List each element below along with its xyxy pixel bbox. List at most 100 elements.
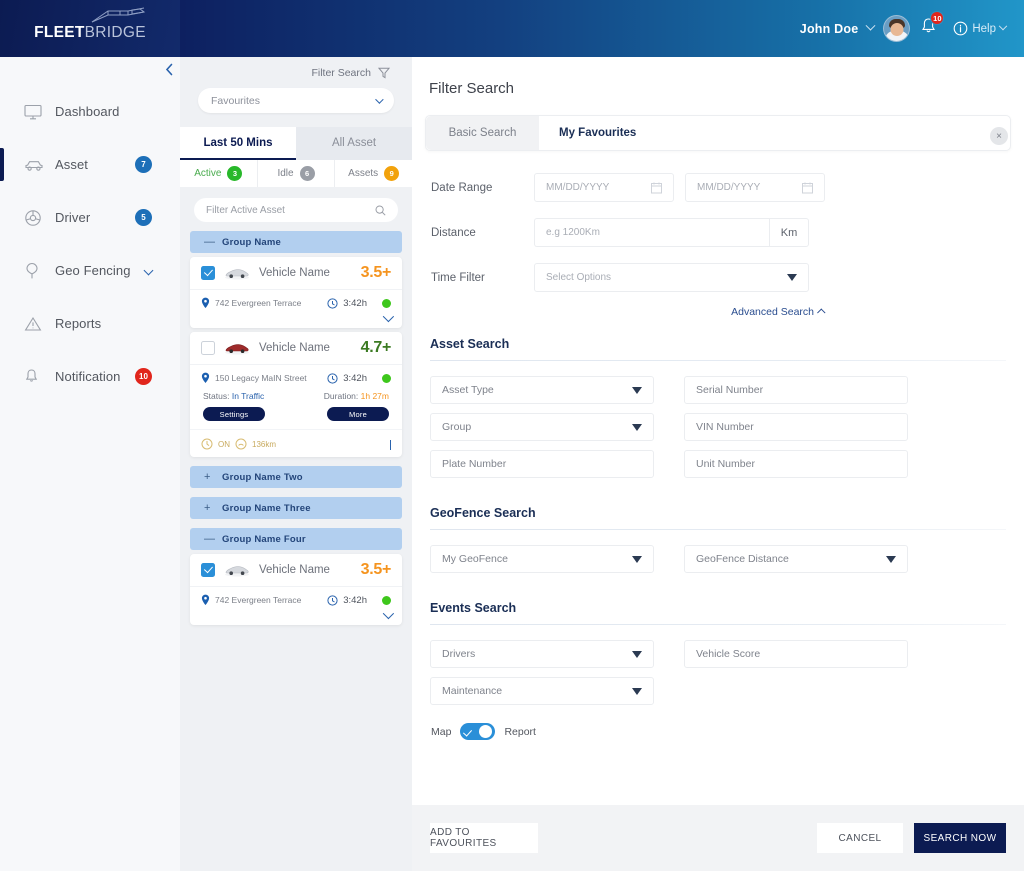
vehicle-name: Vehicle Name xyxy=(259,342,330,354)
vehicle-thumbnail-icon xyxy=(225,566,249,577)
ignition-value: ON xyxy=(218,439,230,449)
funnel-icon xyxy=(378,67,390,79)
vehicle-checkbox[interactable] xyxy=(201,341,215,355)
page-title: Filter Search xyxy=(429,80,515,97)
status-idle[interactable]: Idle 6 xyxy=(258,160,336,187)
time-filter-label: Time Filter xyxy=(431,271,485,284)
duration-value: 1h 27m xyxy=(360,391,389,401)
tab-my-favourites[interactable]: My Favourites xyxy=(539,116,656,150)
vehicle-location-row: 150 Legacy MaIN Street 3:42h xyxy=(190,365,402,384)
vehicle-collapse-toggle[interactable] xyxy=(390,439,391,450)
serial-number-input[interactable]: Serial Number xyxy=(684,376,908,404)
avatar[interactable] xyxy=(883,15,911,42)
asset-filter-placeholder: Filter Active Asset xyxy=(206,204,285,216)
settings-button[interactable]: Settings xyxy=(203,407,265,421)
monitor-icon xyxy=(24,104,46,120)
chevron-down-icon xyxy=(998,21,1008,30)
map-report-switch[interactable] xyxy=(460,723,496,740)
date-from-placeholder: MM/DD/YYYY xyxy=(546,182,610,193)
maintenance-label: Maintenance xyxy=(442,685,503,697)
cancel-button[interactable]: CANCEL xyxy=(817,823,903,853)
calendar-icon xyxy=(651,182,662,193)
notification-badge: 10 xyxy=(930,11,945,25)
distance-input[interactable]: e.g 1200Km xyxy=(534,218,769,247)
chevron-down-icon xyxy=(143,265,154,276)
triangle-alert-icon xyxy=(24,316,46,332)
sidebar-item-dashboard[interactable]: Dashboard xyxy=(0,95,180,128)
group-name: Group Name xyxy=(222,236,282,248)
unit-number-input[interactable]: Unit Number xyxy=(684,450,908,478)
vehicle-expand-toggle[interactable] xyxy=(190,309,402,328)
sidebar-item-geo-fencing[interactable]: Geo Fencing xyxy=(0,254,180,287)
vehicle-score-input[interactable]: Vehicle Score xyxy=(684,640,908,668)
info-icon xyxy=(953,21,968,36)
help-button[interactable]: Help xyxy=(953,21,1008,36)
add-to-favourites-button[interactable]: ADD TO FAVOURITES xyxy=(430,823,538,853)
vehicle-thumbnail-icon xyxy=(225,344,249,355)
favourites-dropdown[interactable]: Favourites xyxy=(198,88,394,113)
geofence-search-section: GeoFence Search My GeoFence GeoFence Dis… xyxy=(412,506,1024,582)
asset-type-select[interactable]: Asset Type xyxy=(430,376,654,404)
plate-number-input[interactable]: Plate Number xyxy=(430,450,654,478)
sidebar-item-notification[interactable]: Notification 10 xyxy=(0,360,180,393)
notifications-button[interactable]: 10 xyxy=(920,11,945,40)
vehicle-checkbox[interactable] xyxy=(201,266,215,280)
time-filter-row: Time Filter Select Options xyxy=(412,263,1024,292)
vehicle-address: 150 Legacy MaIN Street xyxy=(215,373,307,383)
tab-last-50-mins[interactable]: Last 50 Mins xyxy=(180,127,296,160)
group-row[interactable]: + Group Name Three xyxy=(190,497,402,519)
tab-basic-search[interactable]: Basic Search xyxy=(426,116,539,150)
status-assets-count: 9 xyxy=(384,166,400,181)
sidebar-item-asset[interactable]: Asset 7 xyxy=(0,148,180,181)
advanced-search-label: Advanced Search xyxy=(731,306,814,318)
more-button[interactable]: More xyxy=(327,407,389,421)
group-row[interactable]: + Group Name Two xyxy=(190,466,402,488)
search-now-button[interactable]: SEARCH NOW xyxy=(914,823,1006,853)
time-filter-select[interactable]: Select Options xyxy=(534,263,809,292)
sidebar-label: Dashboard xyxy=(55,104,120,119)
group-row[interactable]: — Group Name xyxy=(190,231,402,253)
clock-icon xyxy=(327,372,338,384)
tab-all-asset[interactable]: All Asset xyxy=(296,127,412,160)
group-select[interactable]: Group xyxy=(430,413,654,441)
asset-search-title: Asset Search xyxy=(430,337,510,351)
status-active[interactable]: Active 3 xyxy=(180,160,258,187)
status-assets[interactable]: Assets 9 xyxy=(335,160,412,187)
notification-badge: 10 xyxy=(135,368,152,385)
drivers-select[interactable]: Drivers xyxy=(430,640,654,668)
bell-icon xyxy=(24,368,46,385)
asset-filter-input[interactable]: Filter Active Asset xyxy=(194,198,398,222)
user-menu[interactable]: John Doe xyxy=(800,15,911,42)
vehicle-status: Status: In Traffic xyxy=(203,391,264,401)
date-from-input[interactable]: MM/DD/YYYY xyxy=(534,173,674,202)
sidebar-label: Geo Fencing xyxy=(55,263,131,278)
my-geofence-select[interactable]: My GeoFence xyxy=(430,545,654,573)
vehicle-card[interactable]: Vehicle Name 3.5+ 742 Evergreen Terrace … xyxy=(190,554,402,625)
maintenance-select[interactable]: Maintenance xyxy=(430,677,654,705)
sidebar-item-reports[interactable]: Reports xyxy=(0,307,180,340)
chevron-down-icon xyxy=(632,423,642,431)
user-name-label: John Doe xyxy=(799,21,859,36)
chevron-down-icon xyxy=(375,94,384,104)
chevron-down-icon xyxy=(632,650,642,658)
group-row[interactable]: — Group Name Four xyxy=(190,528,402,550)
geofence-distance-select[interactable]: GeoFence Distance xyxy=(684,545,908,573)
asset-list-panel: Filter Search Favourites Last 50 Mins Al… xyxy=(165,57,412,871)
app-logo[interactable]: FLEETBRIDGE xyxy=(0,0,180,57)
vehicle-score: 3.5+ xyxy=(360,561,392,578)
vehicle-expand-toggle[interactable] xyxy=(190,606,402,625)
filter-search-trigger[interactable]: Filter Search xyxy=(180,57,412,79)
unit-number-label: Unit Number xyxy=(696,458,755,470)
pin-icon xyxy=(201,594,210,605)
collapse-sidebar-button[interactable] xyxy=(161,61,177,77)
vehicle-card[interactable]: Vehicle Name 4.7+ 150 Legacy MaIN Street… xyxy=(190,332,402,457)
vehicle-checkbox[interactable] xyxy=(201,563,215,577)
close-icon[interactable]: × xyxy=(990,127,1008,145)
check-icon xyxy=(463,726,473,737)
vehicle-card[interactable]: Vehicle Name 3.5+ 742 Evergreen Terrace … xyxy=(190,257,402,328)
vin-number-input[interactable]: VIN Number xyxy=(684,413,908,441)
advanced-search-toggle[interactable]: Advanced Search xyxy=(731,306,826,318)
sidebar-item-driver[interactable]: Driver 5 xyxy=(0,201,180,234)
pin-icon xyxy=(201,297,210,308)
date-to-input[interactable]: MM/DD/YYYY xyxy=(685,173,825,202)
